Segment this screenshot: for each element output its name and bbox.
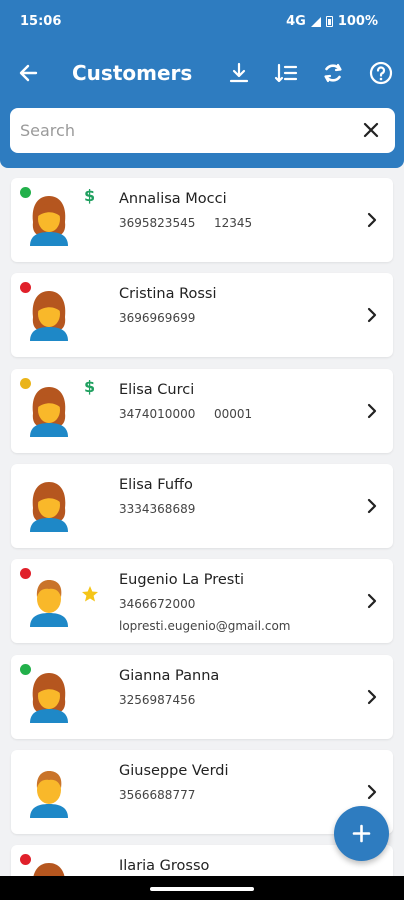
- customer-name: Eugenio La Presti: [119, 572, 245, 589]
- chevron-right-icon[interactable]: [365, 210, 379, 230]
- home-handle[interactable]: [150, 887, 254, 891]
- network-label: 4G: [286, 14, 306, 29]
- avatar: [27, 194, 71, 246]
- customer-name: Giuseppe Verdi: [119, 762, 229, 779]
- customer-name: Cristina Rossi: [119, 286, 217, 303]
- chevron-right-icon[interactable]: [365, 591, 379, 611]
- customer-phone: 3696969699: [119, 311, 196, 326]
- customer-card[interactable]: Elisa Fuffo 3334368689: [11, 463, 393, 548]
- app-header: 15:06 4G 100% Customers: [0, 0, 404, 168]
- search-bar: [10, 108, 395, 153]
- customer-card[interactable]: Gianna Panna 3256987456: [11, 654, 393, 739]
- chevron-right-icon[interactable]: [365, 401, 379, 421]
- chevron-right-icon[interactable]: [365, 496, 379, 516]
- customer-phone: 3474010000: [119, 406, 196, 421]
- toolbar: Customers: [0, 50, 404, 96]
- avatar: [27, 766, 71, 818]
- customer-phone: 3334368689: [119, 501, 196, 516]
- sort-icon[interactable]: [271, 58, 301, 88]
- customer-code: 00001: [214, 406, 253, 421]
- chevron-right-icon[interactable]: [365, 305, 379, 325]
- customer-phone: 3566688777: [119, 787, 196, 802]
- customer-email: lopresti.eugenio@gmail.com: [119, 619, 291, 634]
- avatar: [27, 671, 71, 723]
- avatar: [27, 385, 71, 437]
- customer-card[interactable]: Cristina Rossi 3696969699: [11, 273, 393, 358]
- battery-icon: [325, 16, 333, 27]
- sync-icon[interactable]: [318, 58, 348, 88]
- customer-phone: 3695823545: [119, 216, 196, 230]
- page-title: Customers: [72, 61, 193, 85]
- dollar-icon: $: [84, 376, 96, 396]
- customer-name: Elisa Curci: [119, 381, 195, 398]
- close-icon[interactable]: [359, 118, 383, 142]
- download-icon[interactable]: [224, 58, 254, 88]
- chevron-right-icon[interactable]: [365, 782, 379, 802]
- battery-label: 100%: [337, 14, 378, 29]
- avatar: [27, 289, 71, 342]
- signal-icon: [310, 16, 321, 27]
- status-bar: 15:06 4G 100%: [0, 0, 404, 44]
- customer-card[interactable]: Eugenio La Presti 3466672000 lopresti.euge…: [11, 559, 393, 644]
- status-indicators: 4G 100%: [286, 14, 378, 29]
- arrow-back-icon[interactable]: [14, 58, 44, 88]
- status-time: 15:06: [20, 14, 62, 29]
- customer-name: Ilaria Grosso: [119, 858, 210, 875]
- search-input[interactable]: [20, 110, 350, 151]
- help-icon[interactable]: [366, 58, 396, 88]
- add-customer-button[interactable]: [334, 806, 389, 861]
- star-icon: [81, 585, 99, 603]
- dollar-icon: $: [84, 186, 96, 205]
- plus-icon: [352, 824, 371, 843]
- customer-code: 12345: [214, 216, 253, 230]
- system-nav-bar: [0, 876, 404, 900]
- customer-name: Gianna Panna: [119, 667, 220, 684]
- customer-phone: 3466672000: [119, 597, 196, 612]
- customer-name: Elisa Fuffo: [119, 476, 193, 493]
- avatar: [27, 575, 71, 628]
- chevron-right-icon[interactable]: [365, 687, 379, 707]
- customer-phone: 3256987456: [119, 692, 196, 707]
- customer-card[interactable]: $ Elisa Curci 3474010000 00001: [11, 368, 393, 453]
- avatar: [27, 480, 71, 532]
- customer-name: Annalisa Mocci: [119, 191, 227, 207]
- customer-card[interactable]: $ Annalisa Mocci 3695823545 12345: [11, 178, 393, 262]
